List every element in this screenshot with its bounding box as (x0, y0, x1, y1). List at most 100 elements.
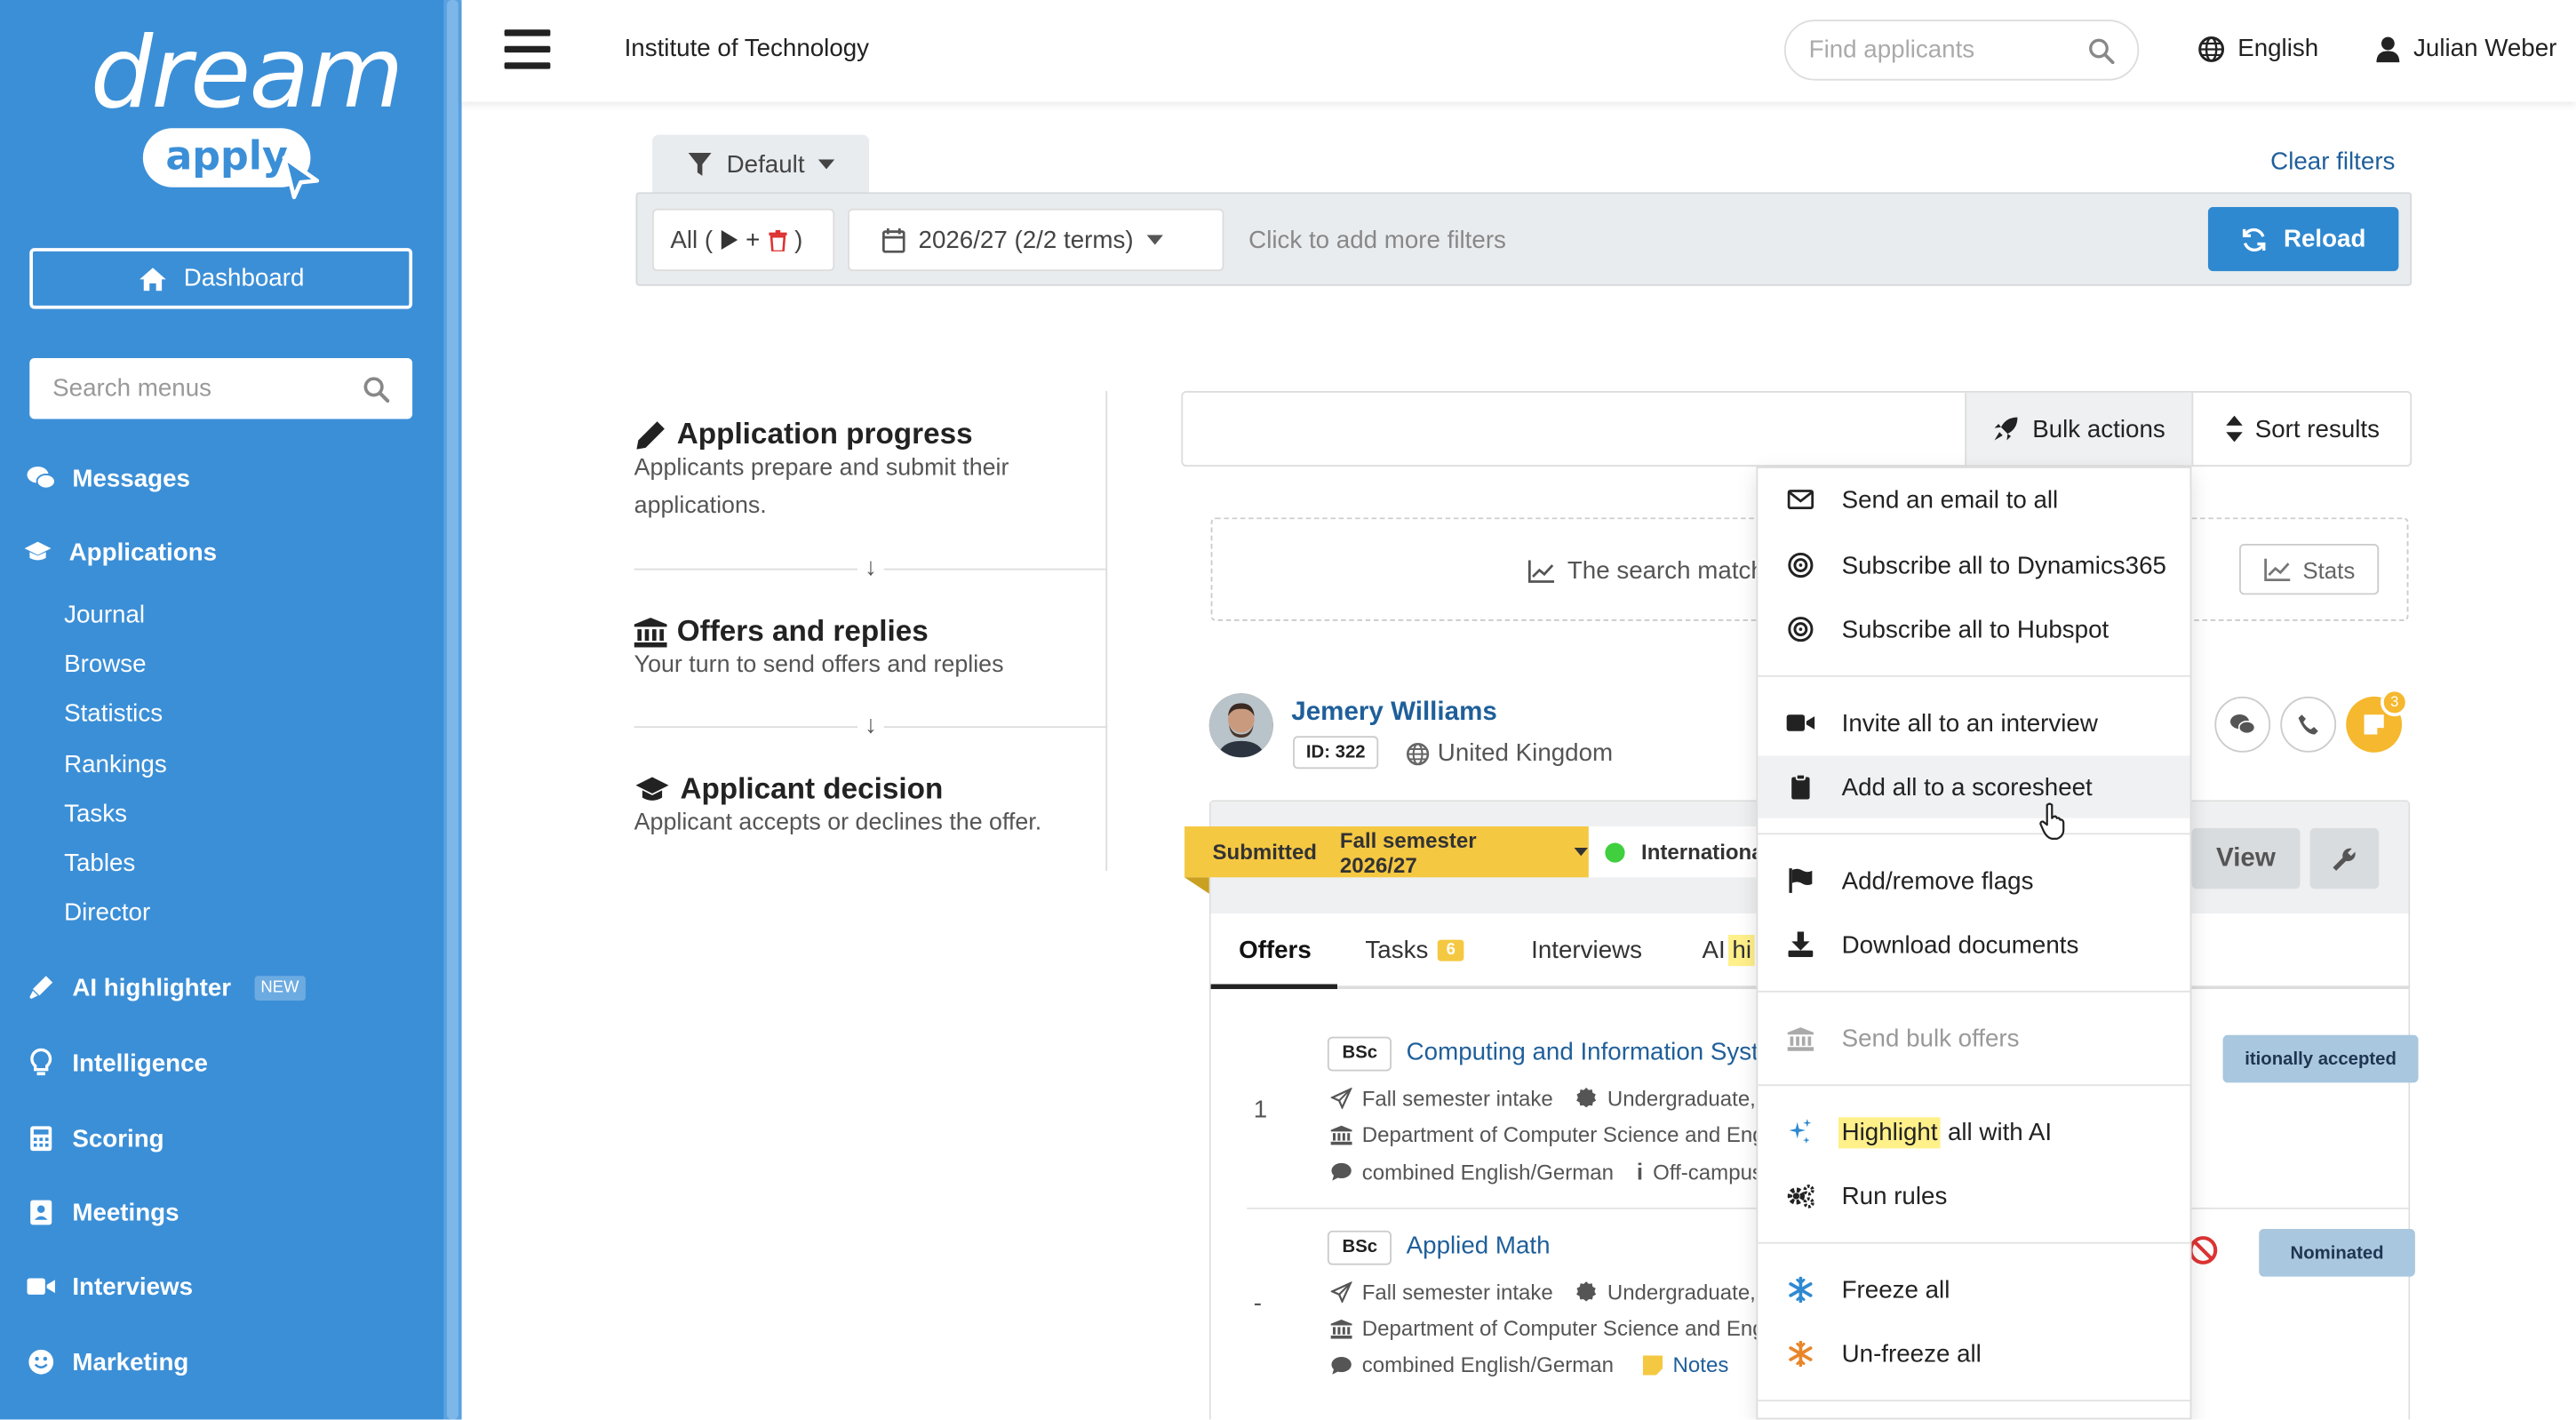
stats-label: Stats (2302, 555, 2356, 583)
offer-department: Department of Computer Science and Eng (1330, 1121, 1765, 1147)
language-label: English (2237, 34, 2319, 63)
tag-label: Internationa (1641, 839, 1763, 865)
term-filter-dropdown[interactable]: 2026/27 (2/2 terms) (848, 208, 1224, 272)
menu-item-unfreeze[interactable]: Un-freeze all (1758, 1322, 2189, 1384)
program-link[interactable]: Applied Math (1407, 1233, 1551, 1260)
comments-icon (2229, 714, 2256, 735)
sidebar-item-intelligence[interactable]: Intelligence (27, 1048, 208, 1078)
program-link[interactable]: Computing and Information Syst (1407, 1039, 1759, 1066)
bulk-actions-menu: Send an email to all Subscribe all to Dy… (1756, 467, 2192, 1420)
menu-item-bulk-offers[interactable]: Send bulk offers (1758, 1007, 2189, 1069)
menu-item-dynamics[interactable]: Subscribe all to Dynamics365 (1758, 534, 2189, 596)
sidebar-item-applications[interactable]: Applications (23, 538, 217, 567)
menu-label-unfreeze: Un-freeze all (1841, 1339, 1982, 1368)
tab-tasks[interactable]: Tasks 6 (1365, 937, 1464, 964)
tools-button[interactable] (2309, 827, 2380, 889)
sidebar: dream apply Dashboard Search menus Messa… (0, 0, 462, 1420)
user-icon (2376, 36, 2400, 62)
menu-item-freeze[interactable]: Freeze all (1758, 1258, 2189, 1320)
offer-department-label: Department of Computer Science and Eng (1361, 1121, 1765, 1147)
menu-item-flags[interactable]: Add/remove flags (1758, 850, 2189, 912)
degree-badge: BSc (1327, 1230, 1392, 1265)
call-applicant-button[interactable] (2280, 696, 2337, 753)
sidebar-item-marketing[interactable]: Marketing (27, 1347, 188, 1376)
sidebar-item-meetings[interactable]: Meetings (27, 1198, 179, 1227)
sort-results-button[interactable]: Sort results (2191, 392, 2412, 466)
menu-item-email-all[interactable]: Send an email to all (1758, 468, 2189, 531)
line-chart-icon (1527, 559, 1555, 582)
menu-item-download[interactable]: Download documents (1758, 913, 2189, 976)
highlighter-icon (27, 973, 56, 1002)
tag-international[interactable]: Internationa (1588, 826, 1763, 878)
paper-plane-icon (1330, 1087, 1352, 1110)
sidebar-subitem-tasks[interactable]: Tasks (64, 800, 127, 827)
plus-icon: + (746, 226, 761, 254)
language-selector[interactable]: English (2198, 35, 2318, 62)
user-menu[interactable]: Julian Weber (2376, 35, 2556, 62)
view-button[interactable]: View (2191, 827, 2301, 889)
sidebar-subitem-statistics[interactable]: Statistics (64, 700, 163, 728)
menu-label-run-rules: Run rules (1841, 1182, 1948, 1210)
degree-badge: BSc (1327, 1036, 1392, 1072)
sidebar-subitem-director[interactable]: Director (64, 898, 150, 926)
menu-toggle-icon[interactable] (504, 29, 551, 69)
tab-ai-label: AI (1702, 936, 1726, 965)
sidebar-scrollbar-thumb[interactable] (446, 0, 459, 1420)
results-toolbar: Bulk actions Sort results (1181, 391, 2413, 467)
dreamapply-logo[interactable]: dream apply (91, 10, 404, 207)
reload-button[interactable]: Reload (2207, 206, 2399, 272)
sidebar-subitem-tables[interactable]: Tables (64, 850, 135, 877)
sidebar-item-interviews[interactable]: Interviews (27, 1272, 193, 1301)
tab-ai-highlights[interactable]: AI hi (1702, 935, 1755, 967)
status-filter-chip[interactable]: All ( + ) (652, 208, 835, 272)
sidebar-item-scoring[interactable]: Scoring (27, 1124, 164, 1153)
sidebar-subitem-rankings[interactable]: Rankings (64, 751, 167, 778)
offer-status-badge[interactable]: Nominated (2259, 1228, 2415, 1277)
reload-label: Reload (2283, 225, 2366, 253)
dashboard-button[interactable]: Dashboard (29, 248, 413, 309)
find-applicants-input[interactable]: Find applicants (1783, 20, 2140, 81)
envelope-icon (1787, 490, 1814, 510)
highlight-word: Highlight (1838, 1116, 1942, 1148)
filter-preset-dropdown[interactable]: Default (652, 134, 870, 195)
certificate-icon (1576, 1087, 1597, 1108)
menu-label-bulk-offers: Send bulk offers (1841, 1024, 2020, 1053)
sparkles-icon (1789, 1119, 1812, 1144)
menu-item-interview[interactable]: Invite all to an interview (1758, 691, 2189, 754)
tab-ai-highlight: hi (1728, 935, 1755, 967)
status-ribbon[interactable]: Submitted Fall semester 2026/27 (1184, 826, 1589, 894)
offer-intake-label: Fall semester intake (1361, 1280, 1553, 1305)
menu-divider (1758, 1084, 2190, 1087)
clear-filters-link[interactable]: Clear filters (2270, 148, 2395, 175)
offer-level-label: Undergraduate, f (1607, 1280, 1768, 1305)
sidebar-item-messages[interactable]: Messages (27, 463, 190, 492)
menu-item-scoresheet[interactable]: Add all to a scoresheet (1758, 755, 2190, 818)
line-chart-icon (2263, 557, 2290, 581)
bulk-actions-label: Bulk actions (2032, 414, 2165, 443)
menu-divider (1758, 833, 2190, 835)
snowflake-icon (1789, 1276, 1813, 1304)
sticky-note-icon (1643, 1354, 1663, 1375)
menu-item-hubspot[interactable]: Subscribe all to Hubspot (1758, 598, 2189, 660)
tab-interviews[interactable]: Interviews (1531, 937, 1642, 964)
menu-item-run-rules[interactable]: Run rules (1758, 1165, 2189, 1227)
stats-button[interactable]: Stats (2239, 543, 2380, 595)
university-icon (1330, 1124, 1352, 1145)
menu-item-highlight-ai[interactable]: Highlight all with AI (1758, 1101, 2189, 1163)
sidebar-subitem-browse[interactable]: Browse (64, 650, 147, 678)
sidebar-label-scoring: Scoring (72, 1124, 164, 1153)
bulk-actions-button[interactable]: Bulk actions (1965, 392, 2192, 466)
add-filter-input[interactable]: Click to add more filters (1248, 227, 1506, 254)
avatar[interactable] (1208, 693, 1273, 758)
applicant-name-link[interactable]: Jemery Williams (1291, 698, 1497, 728)
offer-notes-link[interactable]: Notes (1673, 1352, 1729, 1377)
sidebar-label-applications: Applications (68, 538, 218, 566)
sidebar-subitem-journal[interactable]: Journal (64, 602, 145, 629)
video-camera-icon (27, 1272, 56, 1301)
offer-status-badge[interactable]: itionally accepted (2222, 1034, 2419, 1083)
message-applicant-button[interactable] (2214, 696, 2271, 753)
sidebar-item-ai-highlighter[interactable]: AI highlighter NEW (27, 973, 306, 1002)
menu-search-input[interactable]: Search menus (29, 358, 413, 419)
offer-intake-label: Fall semester intake (1361, 1086, 1553, 1111)
tab-offers[interactable]: Offers (1239, 937, 1312, 964)
